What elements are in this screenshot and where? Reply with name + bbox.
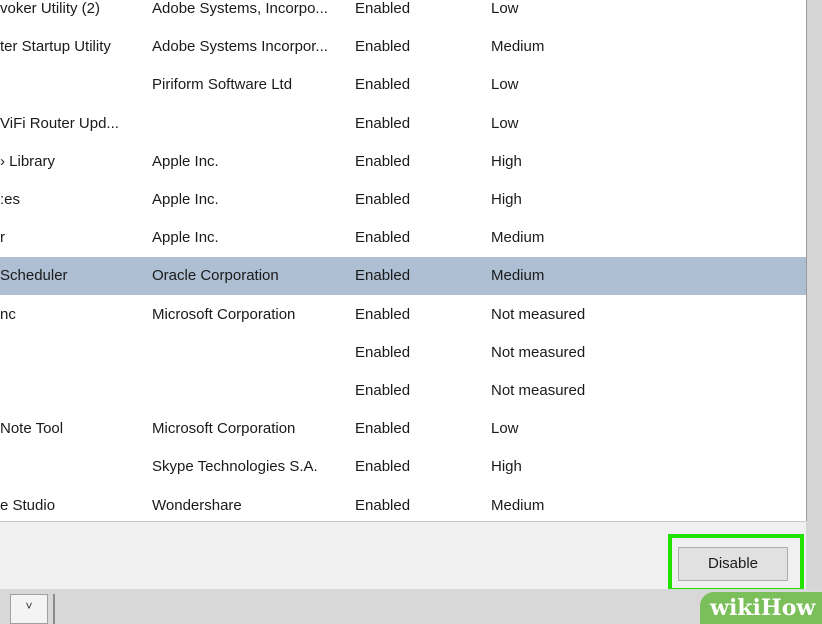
publisher-cell: Wondershare [152,496,242,514]
startup-name-cell: r [0,229,5,247]
table-row[interactable]: Enabled Not measured [0,372,806,410]
status-cell: Enabled [355,76,411,94]
startup-impact-cell: Not measured [491,305,586,323]
startup-impact-cell: Low [491,114,519,132]
startup-name-cell: :es [0,191,21,208]
startup-impact-cell: Medium [491,38,545,56]
table-row[interactable]: ter Startup Utility Adobe Systems Incorpo… [0,28,806,66]
startup-impact-cell: Medium [491,229,545,247]
publisher-cell: Oracle Corporation [152,267,279,285]
status-cell: Enabled [355,458,411,476]
bottom-bar [0,589,822,624]
disable-button[interactable]: Disable [678,547,788,581]
status-cell: Enabled [355,420,411,438]
publisher-cell: Piriform Software Ltd [152,76,293,94]
table-row[interactable]: Scheduler Oracle Corporation Enabled Medium [0,257,806,296]
startup-name-cell: › Library [0,152,56,170]
startup-name-cell: Note Tool [0,420,64,438]
startup-impact-cell: Medium [491,267,545,285]
watermark-part1: wiki [710,595,761,621]
startup-impact-cell: Not measured [491,343,586,361]
startup-impact-cell: High [491,191,522,208]
table-row[interactable]: voker Utility (2) Adobe Systems, Incorpo.… [0,0,806,28]
wikihow-watermark: wikiHow [700,592,822,624]
status-cell: Enabled [355,267,411,285]
table-row[interactable]: › Library Apple Inc. Enabled High [0,143,806,181]
startup-list-window: voker Utility (2) Adobe Systems, Incorpo.… [0,0,807,521]
status-cell: Enabled [355,38,411,56]
publisher-cell: Apple Inc. [152,191,219,208]
startup-name-cell: ter Startup Utility [0,38,111,56]
status-cell: Enabled [355,0,411,17]
publisher-cell: Skype Technologies S.A. [152,458,318,476]
status-cell: Enabled [355,191,411,208]
table-row[interactable]: Note Tool Microsoft Corporation Enabled Low [0,410,806,448]
table-row[interactable]: :es Apple Inc. Enabled High [0,181,806,219]
publisher-cell: Microsoft Corporation [152,420,296,438]
startup-name-cell: nc [0,305,16,323]
table-row[interactable]: nc Microsoft Corporation Enabled Not measur… [0,296,806,334]
table-row[interactable]: Enabled Not measured [0,334,806,372]
chevron-down-icon[interactable]: ˅ [10,594,48,624]
startup-impact-cell: Low [491,0,519,17]
startup-name-cell: voker Utility (2) [0,0,101,17]
status-cell: Enabled [355,152,411,170]
publisher-cell: Apple Inc. [152,229,219,247]
publisher-cell: Adobe Systems Incorpor... [152,38,328,56]
status-cell: Enabled [355,343,411,361]
status-cell: Enabled [355,305,411,323]
status-cell: Enabled [355,114,411,132]
startup-impact-cell: High [491,458,522,476]
watermark-part2: How [760,595,816,621]
startup-impact-cell: High [491,152,522,170]
startup-name-cell: ViFi Router Upd... [0,114,119,132]
startup-name-cell: Scheduler [0,267,68,285]
table-row[interactable]: ViFi Router Upd... Enabled Low [0,105,806,143]
startup-name-cell: e Studio [0,496,56,514]
divider [53,594,55,624]
status-cell: Enabled [355,382,411,399]
table-row[interactable]: r Apple Inc. Enabled Medium [0,219,806,257]
startup-impact-cell: Low [491,76,519,94]
status-cell: Enabled [355,496,411,514]
startup-impact-cell: Medium [491,496,545,514]
status-cell: Enabled [355,229,411,247]
table-row[interactable]: e Studio Wondershare Enabled Medium [0,487,806,521]
publisher-cell: Microsoft Corporation [152,305,296,323]
publisher-cell: Apple Inc. [152,152,219,170]
table-row[interactable]: Skype Technologies S.A. Enabled High [0,448,806,486]
table-row[interactable]: Piriform Software Ltd Enabled Low [0,66,806,104]
startup-impact-cell: Not measured [491,382,586,399]
publisher-cell: Adobe Systems, Incorpo... [152,0,328,17]
startup-impact-cell: Low [491,420,519,438]
